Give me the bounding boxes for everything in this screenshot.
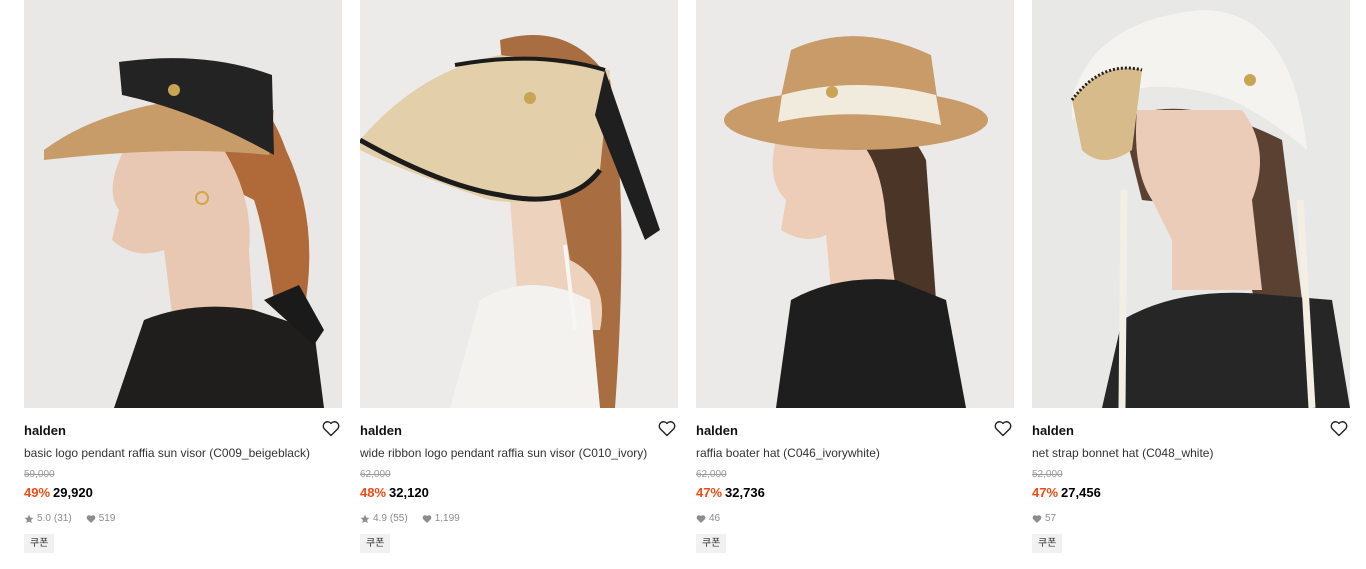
brand-row: halden — [1032, 420, 1350, 446]
product-photo-boater-hat — [696, 0, 1014, 408]
rating: 5.0 — [37, 513, 51, 524]
original-price: 62,000 — [696, 469, 727, 480]
product-name[interactable]: raffia boater hat (C046_ivorywhite) — [696, 445, 1014, 461]
like-count: 46 — [709, 513, 721, 524]
discount-rate: 48% — [360, 485, 387, 500]
product-card[interactable]: halden net strap bonnet hat (C048_white)… — [1032, 0, 1350, 553]
heart-filled-icon — [1032, 514, 1042, 524]
product-name[interactable]: net strap bonnet hat (C048_white) — [1032, 445, 1350, 461]
coupon-badge: 쿠폰 — [1032, 534, 1063, 553]
sale-price: 29,920 — [53, 485, 93, 500]
product-meta: 46 — [696, 512, 1014, 525]
heart-icon[interactable] — [322, 420, 340, 437]
product-image[interactable] — [24, 0, 342, 408]
coupon-badge: 쿠폰 — [24, 534, 55, 553]
coupon-badge: 쿠폰 — [696, 534, 727, 553]
price-row: 47% 27,456 — [1032, 484, 1350, 502]
product-photo-visor-ivory — [360, 0, 678, 408]
original-price: 52,000 — [1032, 469, 1063, 480]
sale-price: 27,456 — [1061, 485, 1101, 500]
brand-row: halden — [24, 420, 342, 446]
brand-row: halden — [360, 420, 678, 446]
product-name[interactable]: wide ribbon logo pendant raffia sun viso… — [360, 445, 678, 461]
product-grid: halden basic logo pendant raffia sun vis… — [24, 0, 1350, 553]
original-price: 59,000 — [24, 469, 55, 480]
like-count: 57 — [1045, 513, 1057, 524]
price-row: 48% 32,120 — [360, 484, 678, 502]
product-image[interactable] — [1032, 0, 1350, 408]
brand-name[interactable]: halden — [696, 422, 1014, 439]
discount-rate: 47% — [696, 485, 723, 500]
product-meta: 5.0 (31) 519 — [24, 512, 342, 525]
heart-icon[interactable] — [994, 420, 1012, 437]
product-card[interactable]: halden wide ribbon logo pendant raffia s… — [360, 0, 678, 553]
product-meta: 57 — [1032, 512, 1350, 525]
heart-filled-icon — [422, 514, 432, 524]
coupon-badge: 쿠폰 — [360, 534, 391, 553]
product-card[interactable]: halden raffia boater hat (C046_ivorywhit… — [696, 0, 1014, 553]
rating: 4.9 — [373, 513, 387, 524]
price-row: 49% 29,920 — [24, 484, 342, 502]
brand-name[interactable]: halden — [360, 422, 678, 439]
discount-rate: 49% — [24, 485, 51, 500]
star-icon — [24, 514, 34, 524]
heart-filled-icon — [696, 514, 706, 524]
brand-name[interactable]: halden — [1032, 422, 1350, 439]
brand-row: halden — [696, 420, 1014, 446]
product-meta: 4.9 (55) 1,199 — [360, 512, 678, 525]
discount-rate: 47% — [1032, 485, 1059, 500]
heart-filled-icon — [86, 514, 96, 524]
like-count: 519 — [98, 513, 116, 524]
star-icon — [360, 514, 370, 524]
sale-price: 32,736 — [725, 485, 765, 500]
product-image[interactable] — [696, 0, 1014, 408]
like-count: 1,199 — [434, 513, 460, 524]
review-count: (55) — [389, 513, 408, 524]
product-card[interactable]: halden basic logo pendant raffia sun vis… — [24, 0, 342, 553]
product-photo-bonnet-hat — [1032, 0, 1350, 408]
product-name[interactable]: basic logo pendant raffia sun visor (C00… — [24, 445, 342, 461]
brand-name[interactable]: halden — [24, 422, 342, 439]
heart-icon[interactable] — [658, 420, 676, 437]
product-photo-visor-beigeblack — [24, 0, 342, 408]
sale-price: 32,120 — [389, 485, 429, 500]
review-count: (31) — [53, 513, 72, 524]
product-image[interactable] — [360, 0, 678, 408]
heart-icon[interactable] — [1330, 420, 1348, 437]
price-row: 47% 32,736 — [696, 484, 1014, 502]
original-price: 62,000 — [360, 469, 391, 480]
